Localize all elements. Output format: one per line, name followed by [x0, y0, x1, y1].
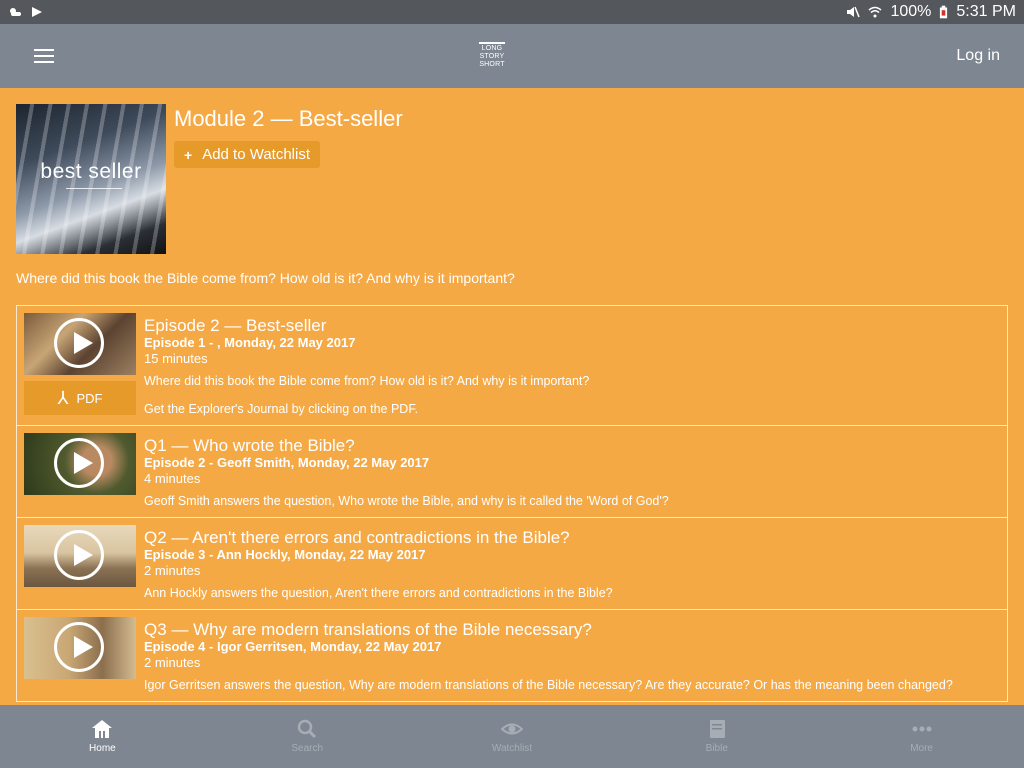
eye-icon [500, 723, 523, 735]
episode-title[interactable]: Q1 — Who wrote the Bible? [144, 436, 999, 455]
bottom-navigation: Home Search Watchlist Bible More [0, 705, 1024, 768]
wifi-icon [869, 6, 882, 18]
logo-line: STORY [479, 53, 505, 60]
mute-icon [847, 6, 861, 18]
nav-search[interactable]: Search [205, 705, 410, 768]
menu-icon[interactable] [34, 49, 54, 63]
journal-note: Get the Explorer's Journal by clicking o… [144, 402, 419, 416]
episode-description: Ann Hockly answers the question, Aren't … [144, 586, 613, 600]
pdf-label: PDF [76, 390, 103, 406]
nav-bible[interactable]: Bible [614, 705, 819, 768]
nav-label: Watchlist [491, 743, 533, 754]
episode-item[interactable]: Q2 — Aren't there errors and contradicti… [17, 518, 1007, 610]
clock: 5:31 PM [956, 3, 1016, 20]
episode-list: ⅄ PDF Episode 2 — Best-seller Episode 1 … [16, 305, 1008, 702]
logo-line: LONG [481, 45, 503, 52]
episode-item[interactable]: Q3 — Why are modern translations of the … [17, 610, 1007, 702]
status-bar: 100% 5:31 PM [0, 0, 1024, 24]
nav-label: Bible [705, 743, 728, 754]
module-description: Where did this book the Bible come from?… [16, 270, 515, 286]
plus-icon: + [184, 146, 193, 163]
episode-thumbnail[interactable] [24, 525, 136, 587]
episode-meta: Episode 1 - , Monday, 22 May 2017 [144, 335, 356, 350]
app-bar: LONG STORY SHORT Log in [0, 24, 1024, 88]
play-icon[interactable] [54, 622, 104, 672]
battery-percent: 100% [890, 3, 932, 20]
episode-description: Geoff Smith answers the question, Who wr… [144, 494, 669, 508]
episode-duration: 15 minutes [144, 351, 208, 366]
weather-icon [10, 8, 21, 16]
episode-thumbnail[interactable] [24, 433, 136, 495]
more-dots-icon [912, 726, 932, 732]
module-title: Module 2 — Best-seller [174, 106, 403, 131]
home-icon [92, 720, 113, 738]
play-store-icon [32, 7, 42, 17]
add-to-watchlist-button[interactable]: + Add to Watchlist [174, 141, 321, 168]
episode-item[interactable]: Q1 — Who wrote the Bible? Episode 2 - Ge… [17, 426, 1007, 518]
episode-duration: 4 minutes [144, 471, 201, 486]
episode-duration: 2 minutes [144, 563, 201, 578]
nav-label: Search [291, 743, 324, 754]
logo-line: SHORT [479, 61, 505, 68]
play-icon[interactable] [54, 530, 104, 580]
nav-label: More [910, 743, 933, 754]
episode-thumbnail[interactable] [24, 617, 136, 679]
play-icon[interactable] [54, 318, 104, 368]
module-cover-image: best seller [16, 104, 166, 254]
episode-thumbnail[interactable] [24, 313, 136, 375]
episode-duration: 2 minutes [144, 655, 201, 670]
cover-text: best seller [40, 160, 142, 183]
episode-meta: Episode 4 - Igor Gerritsen, Monday, 22 M… [144, 639, 442, 654]
nav-more[interactable]: More [819, 705, 1024, 768]
episode-meta: Episode 3 - Ann Hockly, Monday, 22 May 2… [144, 547, 426, 562]
episode-description: Igor Gerritsen answers the question, Why… [144, 678, 953, 692]
pdf-icon: ⅄ [57, 388, 69, 408]
battery-icon [940, 5, 948, 19]
episode-meta: Episode 2 - Geoff Smith, Monday, 22 May … [144, 455, 430, 470]
watchlist-label: Add to Watchlist [202, 146, 311, 163]
episode-title[interactable]: Q2 — Aren't there errors and contradicti… [144, 528, 999, 547]
book-icon [709, 720, 725, 738]
login-button[interactable]: Log in [956, 47, 1000, 65]
search-icon [297, 719, 317, 739]
episode-title[interactable]: Episode 2 — Best-seller [144, 316, 999, 335]
nav-home[interactable]: Home [0, 705, 205, 768]
app-logo[interactable]: LONG STORY SHORT [478, 42, 506, 69]
episode-title[interactable]: Q3 — Why are modern translations of the … [144, 620, 999, 639]
pdf-button[interactable]: ⅄ PDF [24, 381, 136, 415]
play-icon[interactable] [54, 438, 104, 488]
nav-label: Home [89, 743, 116, 754]
episode-description: Where did this book the Bible come from?… [144, 374, 590, 388]
nav-watchlist[interactable]: Watchlist [410, 705, 615, 768]
episode-item[interactable]: ⅄ PDF Episode 2 — Best-seller Episode 1 … [17, 306, 1007, 426]
